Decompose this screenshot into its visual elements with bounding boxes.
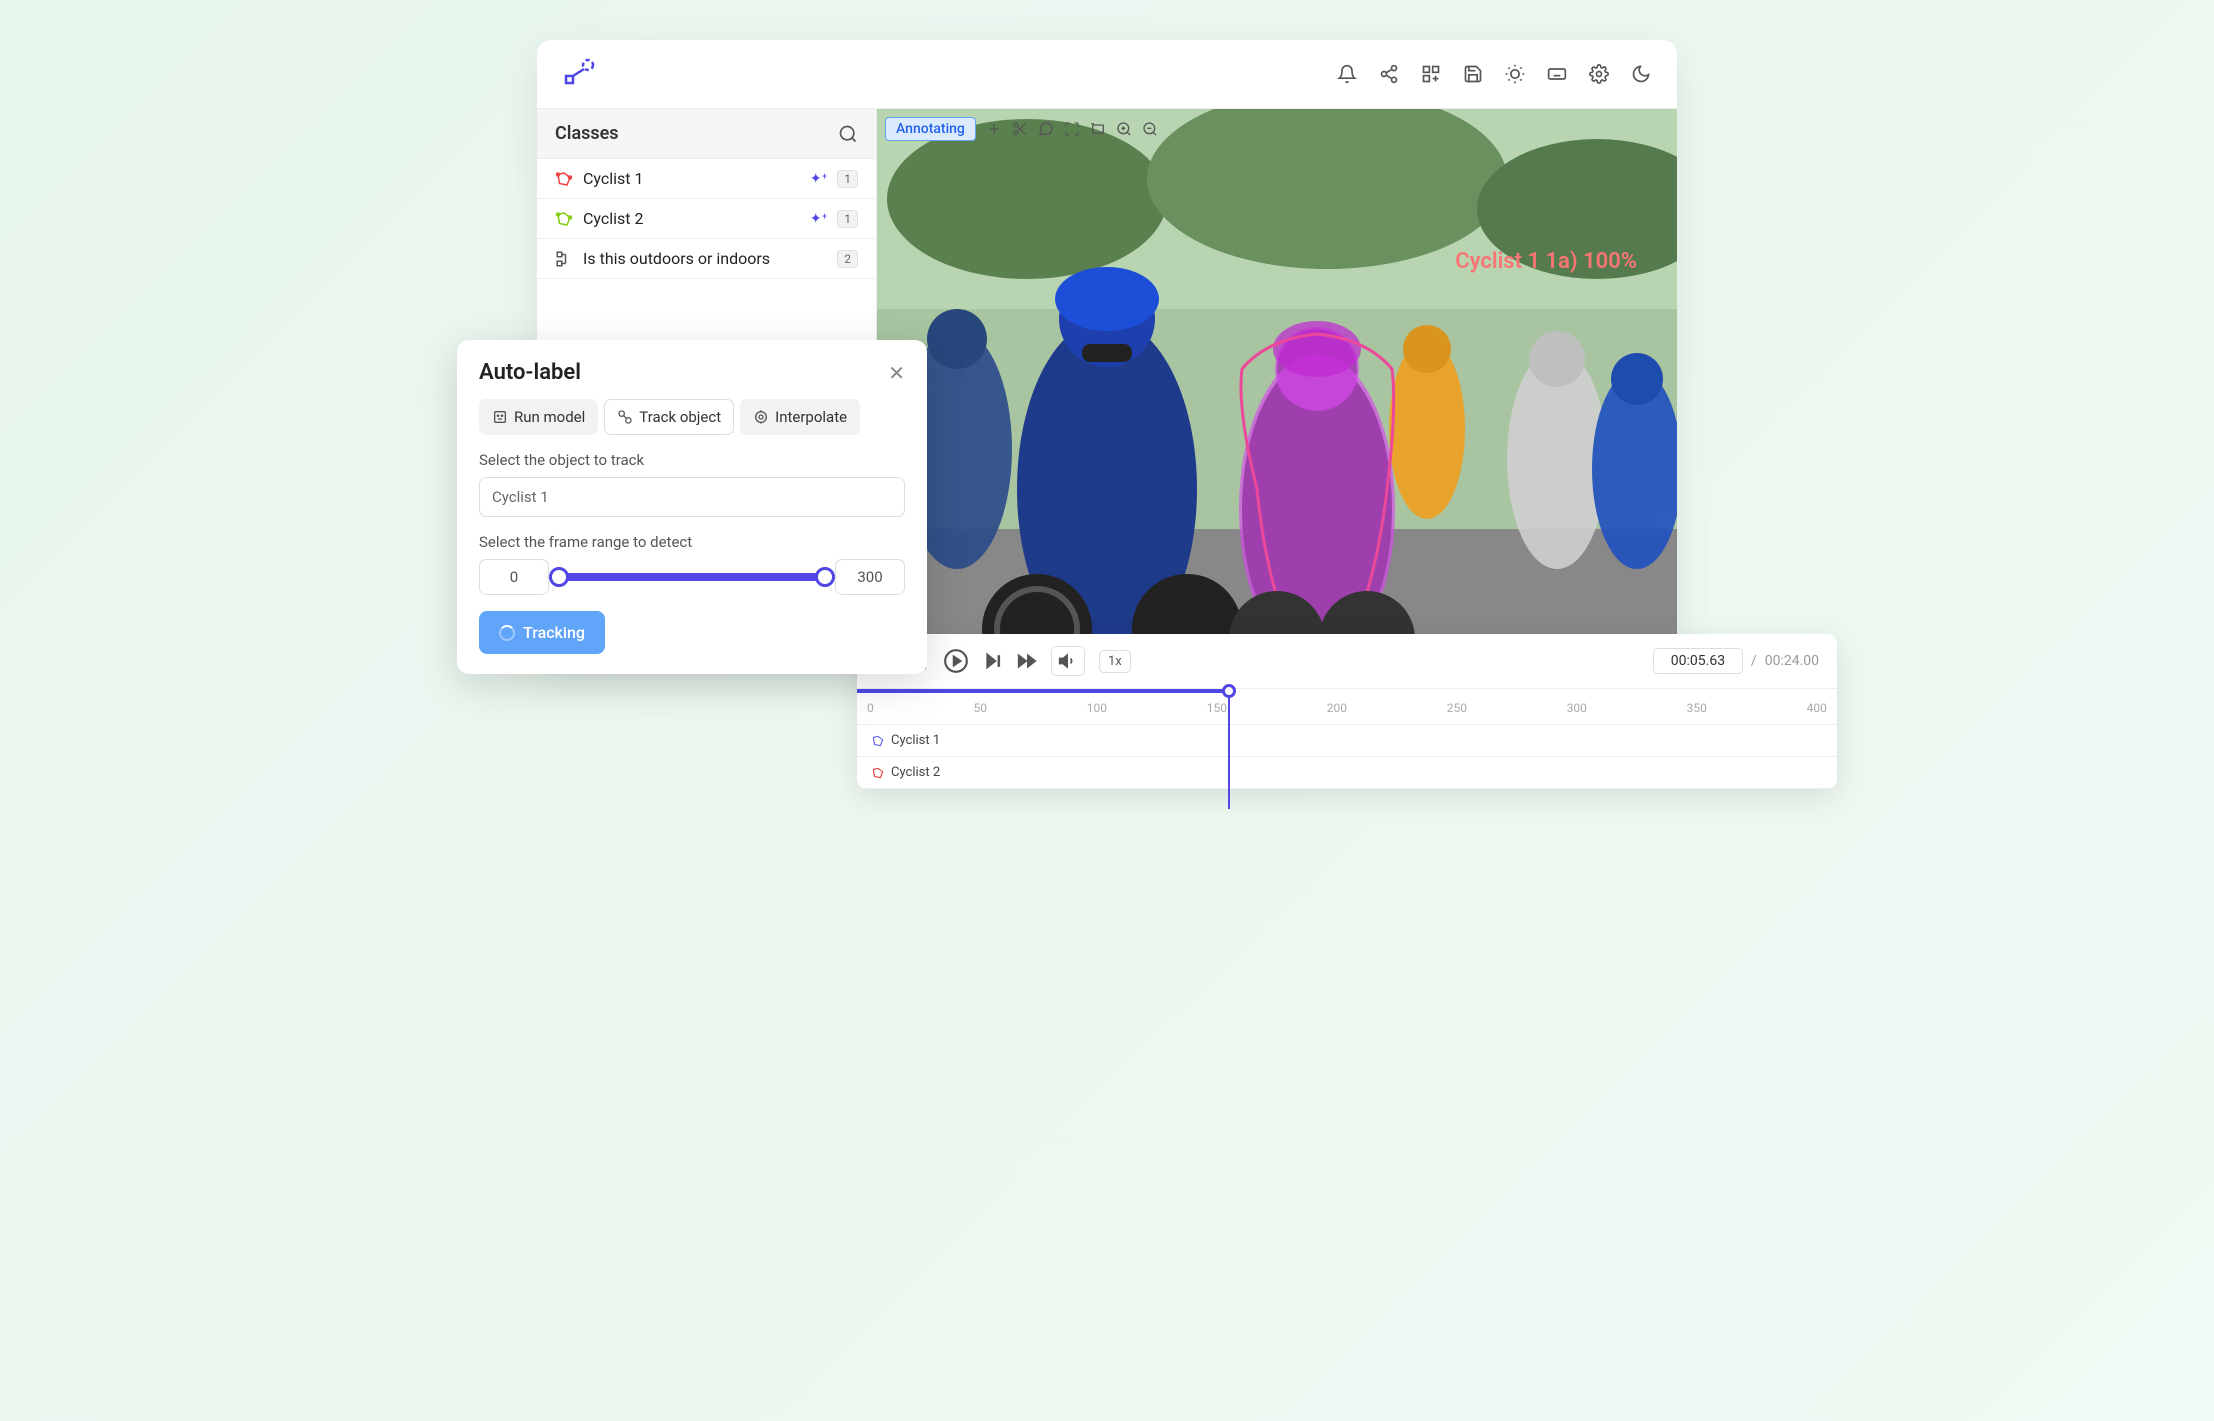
wand-icon[interactable]: ✦⁺ (810, 171, 827, 187)
top-bar (537, 40, 1677, 109)
class-count-badge: 1 (837, 210, 858, 228)
total-time: 00:24.00 (1765, 653, 1819, 669)
class-row-cyclist-2[interactable]: Cyclist 2 ✦⁺ 1 (537, 199, 876, 239)
zoom-out-icon[interactable] (1142, 121, 1158, 137)
wand-icon[interactable]: ✦⁺ (810, 211, 827, 227)
modal-title: Auto-label (479, 360, 581, 385)
classes-header: Classes (537, 109, 876, 159)
time-display: / 00:24.00 (1653, 648, 1819, 674)
range-from-input[interactable] (479, 559, 549, 595)
range-handle-right[interactable] (815, 567, 835, 587)
range-select-label: Select the frame range to detect (479, 533, 905, 551)
play-icon[interactable] (943, 648, 969, 674)
app-window: Classes Cyclist 1 ✦⁺ 1 Cyclist 2 ✦⁺ 1 Is… (537, 40, 1677, 669)
canvas-toolbar: Annotating (885, 117, 1158, 141)
canvas-image[interactable]: Cyclist 1 1a) 100% (877, 109, 1677, 669)
polygon-icon (871, 766, 885, 780)
frame-range-control (479, 559, 905, 595)
class-label: Cyclist 2 (583, 209, 800, 228)
classification-icon (555, 250, 573, 268)
tab-track-object[interactable]: Track object (604, 399, 734, 435)
object-select-input[interactable] (479, 477, 905, 517)
fast-forward-icon[interactable] (1017, 651, 1037, 671)
top-toolbar (1337, 64, 1651, 84)
save-icon[interactable] (1463, 64, 1483, 84)
fullscreen-icon[interactable] (1064, 121, 1080, 137)
class-label: Cyclist 1 (583, 169, 800, 188)
timeline-ticks: 0 50 100 150 200 250 300 350 400 (857, 689, 1837, 719)
polygon-icon (871, 734, 885, 748)
classes-title: Classes (555, 123, 619, 144)
comment-icon[interactable] (1038, 121, 1054, 137)
polygon-icon (555, 210, 573, 228)
playhead[interactable] (1222, 684, 1236, 698)
fit-icon[interactable] (1090, 121, 1106, 137)
grid-icon[interactable] (1421, 64, 1441, 84)
next-frame-icon[interactable] (983, 651, 1003, 671)
timeline-controls: 1x / 00:24.00 (857, 634, 1837, 689)
class-count-badge: 1 (837, 170, 858, 188)
class-count-badge: 2 (837, 250, 858, 268)
keyboard-icon[interactable] (1547, 64, 1567, 84)
settings-icon[interactable] (1589, 64, 1609, 84)
timeline-progress (857, 689, 1229, 693)
status-badge[interactable]: Annotating (885, 117, 976, 141)
timeline-row-cyclist-1[interactable]: Cyclist 1 (857, 725, 1837, 757)
canvas-area: Annotating (877, 109, 1677, 669)
range-to-input[interactable] (835, 559, 905, 595)
volume-button[interactable] (1051, 646, 1085, 676)
range-handle-left[interactable] (549, 567, 569, 587)
modal-tabs: Run model Track object Interpolate (479, 399, 905, 435)
time-separator: / (1751, 653, 1757, 669)
class-row-question[interactable]: Is this outdoors or indoors 2 (537, 239, 876, 279)
zoom-in-icon[interactable] (1116, 121, 1132, 137)
timeline-track[interactable]: 0 50 100 150 200 250 300 350 400 (857, 689, 1837, 725)
move-icon[interactable] (986, 121, 1002, 137)
tracking-button[interactable]: Tracking (479, 611, 605, 654)
tab-run-model[interactable]: Run model (479, 399, 598, 435)
current-time-input[interactable] (1653, 648, 1743, 674)
notifications-icon[interactable] (1337, 64, 1357, 84)
polygon-icon (555, 170, 573, 188)
timeline-row-cyclist-2[interactable]: Cyclist 2 (857, 757, 1837, 789)
auto-label-modal: Auto-label ✕ Run model Track object Inte… (457, 340, 927, 674)
class-label: Is this outdoors or indoors (583, 249, 827, 268)
playhead-line (1228, 689, 1230, 809)
app-logo (563, 58, 595, 90)
annotation-label: Cyclist 1 1a) 100% (1455, 249, 1637, 274)
playback-speed-badge[interactable]: 1x (1099, 650, 1131, 673)
brightness-icon[interactable] (1505, 64, 1525, 84)
timeline-panel: 1x / 00:24.00 0 50 100 150 200 250 300 3… (857, 634, 1837, 789)
cut-icon[interactable] (1012, 121, 1028, 137)
search-icon[interactable] (838, 124, 858, 144)
dark-mode-icon[interactable] (1631, 64, 1651, 84)
object-select-label: Select the object to track (479, 451, 905, 469)
share-icon[interactable] (1379, 64, 1399, 84)
spinner-icon (499, 625, 515, 641)
close-icon[interactable]: ✕ (888, 361, 905, 385)
range-slider[interactable] (555, 573, 829, 581)
class-row-cyclist-1[interactable]: Cyclist 1 ✦⁺ 1 (537, 159, 876, 199)
tab-interpolate[interactable]: Interpolate (740, 399, 860, 435)
